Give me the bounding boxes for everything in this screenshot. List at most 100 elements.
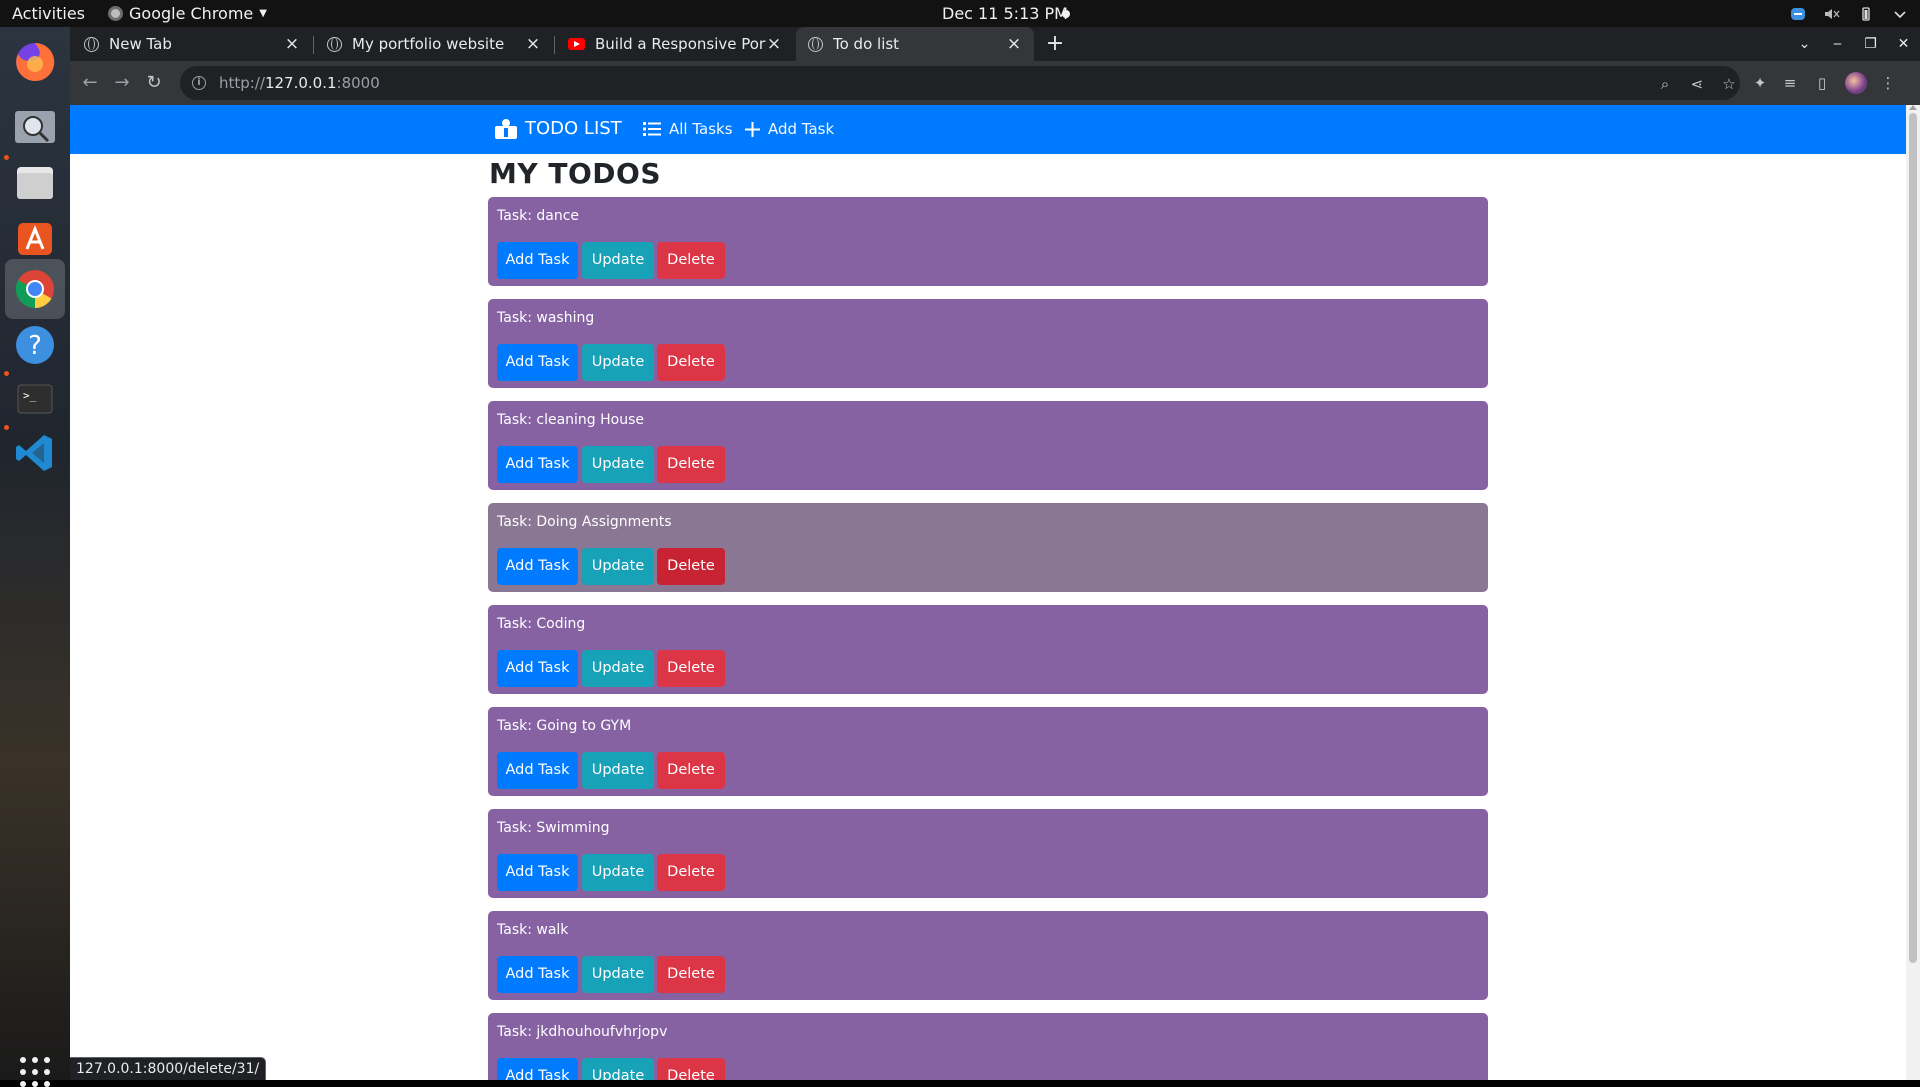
app-menu-label: Google Chrome [129,4,254,23]
add-task-button[interactable]: Add Task [497,548,578,585]
scrollbar[interactable] [1906,105,1920,1080]
side-panel-icon[interactable]: ▯ [1812,73,1832,93]
tab-youtube[interactable]: Build a Responsive Portfo × [556,27,794,61]
system-top-bar: Activities Google Chrome ▼ Dec 11 5:13 P… [0,0,1920,27]
tab-separator [554,36,555,54]
todo-card: Task: walk Add Task Update Delete [488,911,1488,1000]
globe-icon [84,36,99,52]
tab-search-icon[interactable]: ⌄ [1788,36,1821,52]
search-launcher[interactable] [10,104,60,154]
update-button[interactable]: Update [582,1058,654,1080]
help-icon: ? [16,326,54,364]
tab-title: New Tab [109,35,172,53]
todo-text: Task: Coding [497,616,586,632]
close-icon[interactable]: × [525,34,541,54]
update-button[interactable]: Update [582,344,654,381]
close-icon[interactable]: × [766,34,782,54]
browser-window: New Tab × My portfolio website × Build a… [70,27,1920,1080]
tab-todo-list[interactable]: To do list × [796,27,1034,61]
firefox-launcher[interactable] [10,37,60,87]
minimize-icon[interactable]: ‒ [1821,36,1854,52]
site-navbar: TODO LIST All Tasks Add Task [70,105,1906,154]
delete-button[interactable]: Delete [657,1058,725,1080]
help-launcher[interactable]: ? [10,320,60,370]
add-task-button[interactable]: Add Task [497,1058,578,1080]
software-store-icon [18,223,52,255]
restore-icon[interactable]: ❐ [1854,36,1887,52]
delete-button[interactable]: Delete [657,752,725,789]
update-button[interactable]: Update [582,548,654,585]
ubuntu-software-launcher[interactable] [10,212,60,262]
zoom-icon[interactable]: ⌕ [1656,75,1674,93]
reload-icon[interactable]: ↻ [142,71,166,95]
system-tray[interactable] [1790,0,1908,27]
show-applications-icon[interactable] [20,1057,50,1087]
update-button[interactable]: Update [582,242,654,279]
running-indicator [4,371,9,376]
update-button[interactable]: Update [582,956,654,993]
scroll-up-icon[interactable] [1909,105,1917,110]
share-icon[interactable]: ⋖ [1688,75,1706,93]
add-task-button[interactable]: Add Task [497,344,578,381]
tab-new-tab[interactable]: New Tab × [72,27,312,61]
brand-link[interactable]: TODO LIST [495,118,622,139]
update-button[interactable]: Update [582,446,654,483]
add-task-button[interactable]: Add Task [497,854,578,891]
close-icon[interactable]: × [284,34,300,54]
tab-strip: New Tab × My portfolio website × Build a… [70,27,1920,61]
add-task-button[interactable]: Add Task [497,956,578,993]
reading-list-icon[interactable]: ≡ [1780,73,1800,93]
delete-button[interactable]: Delete [657,548,725,585]
app-menu[interactable]: Google Chrome ▼ [108,0,267,27]
back-icon[interactable]: ← [78,71,102,95]
delete-button[interactable]: Delete [657,446,725,483]
forward-icon[interactable]: → [110,71,134,95]
update-button[interactable]: Update [582,854,654,891]
site-info-icon[interactable]: i [192,76,206,90]
tab-title: Build a Responsive Portfo [595,35,766,53]
delete-button[interactable]: Delete [657,956,725,993]
folder-icon [17,167,53,199]
bookmark-star-icon[interactable]: ☆ [1720,75,1738,93]
add-task-button[interactable]: Add Task [497,650,578,687]
vscode-launcher[interactable] [10,428,60,478]
chrome-launcher[interactable] [5,259,65,319]
firefox-icon [16,42,55,81]
activities-button[interactable]: Activities [12,0,85,27]
nav-add-task[interactable]: Add Task [745,120,834,138]
magnifier-icon [15,111,55,143]
tab-portfolio[interactable]: My portfolio website × [315,27,553,61]
add-task-button[interactable]: Add Task [497,242,578,279]
nav-all-tasks[interactable]: All Tasks [643,120,733,138]
todo-card: Task: washing Add Task Update Delete [488,299,1488,388]
extensions-icon[interactable]: ✦ [1750,73,1770,93]
delete-button[interactable]: Delete [657,854,725,891]
delete-button[interactable]: Delete [657,650,725,687]
notification-dot-icon [1062,10,1070,18]
close-icon[interactable]: × [1006,34,1022,54]
update-button[interactable]: Update [582,752,654,789]
chrome-icon [15,270,54,309]
profile-avatar[interactable] [1845,72,1867,94]
new-tab-button[interactable]: + [1042,31,1068,57]
delete-button[interactable]: Delete [657,344,725,381]
chrome-icon [108,6,123,21]
terminal-launcher[interactable]: >_ [10,374,60,424]
address-bar[interactable]: i http://127.0.0.1:8000 ⌕ ⋖ ☆ [180,66,1740,100]
clock[interactable]: Dec 11 5:13 PM [942,0,1068,27]
files-launcher[interactable] [10,158,60,208]
tasks-icon [495,118,517,139]
scrollbar-thumb[interactable] [1909,113,1917,963]
todo-text: Task: cleaning House [497,412,645,428]
volume-muted-icon [1825,8,1840,19]
add-task-button[interactable]: Add Task [497,752,578,789]
update-button[interactable]: Update [582,650,654,687]
close-window-icon[interactable]: ✕ [1887,36,1920,52]
menu-kebab-icon[interactable]: ⋮ [1878,73,1898,93]
todo-card: Task: dance Add Task Update Delete [488,197,1488,286]
chevron-down-icon: ▼ [259,8,267,19]
delete-button[interactable]: Delete [657,242,725,279]
add-task-button[interactable]: Add Task [497,446,578,483]
page-viewport: TODO LIST All Tasks Add Task MY TODOS Ta… [70,105,1906,1080]
todo-text: Task: washing [497,310,595,326]
